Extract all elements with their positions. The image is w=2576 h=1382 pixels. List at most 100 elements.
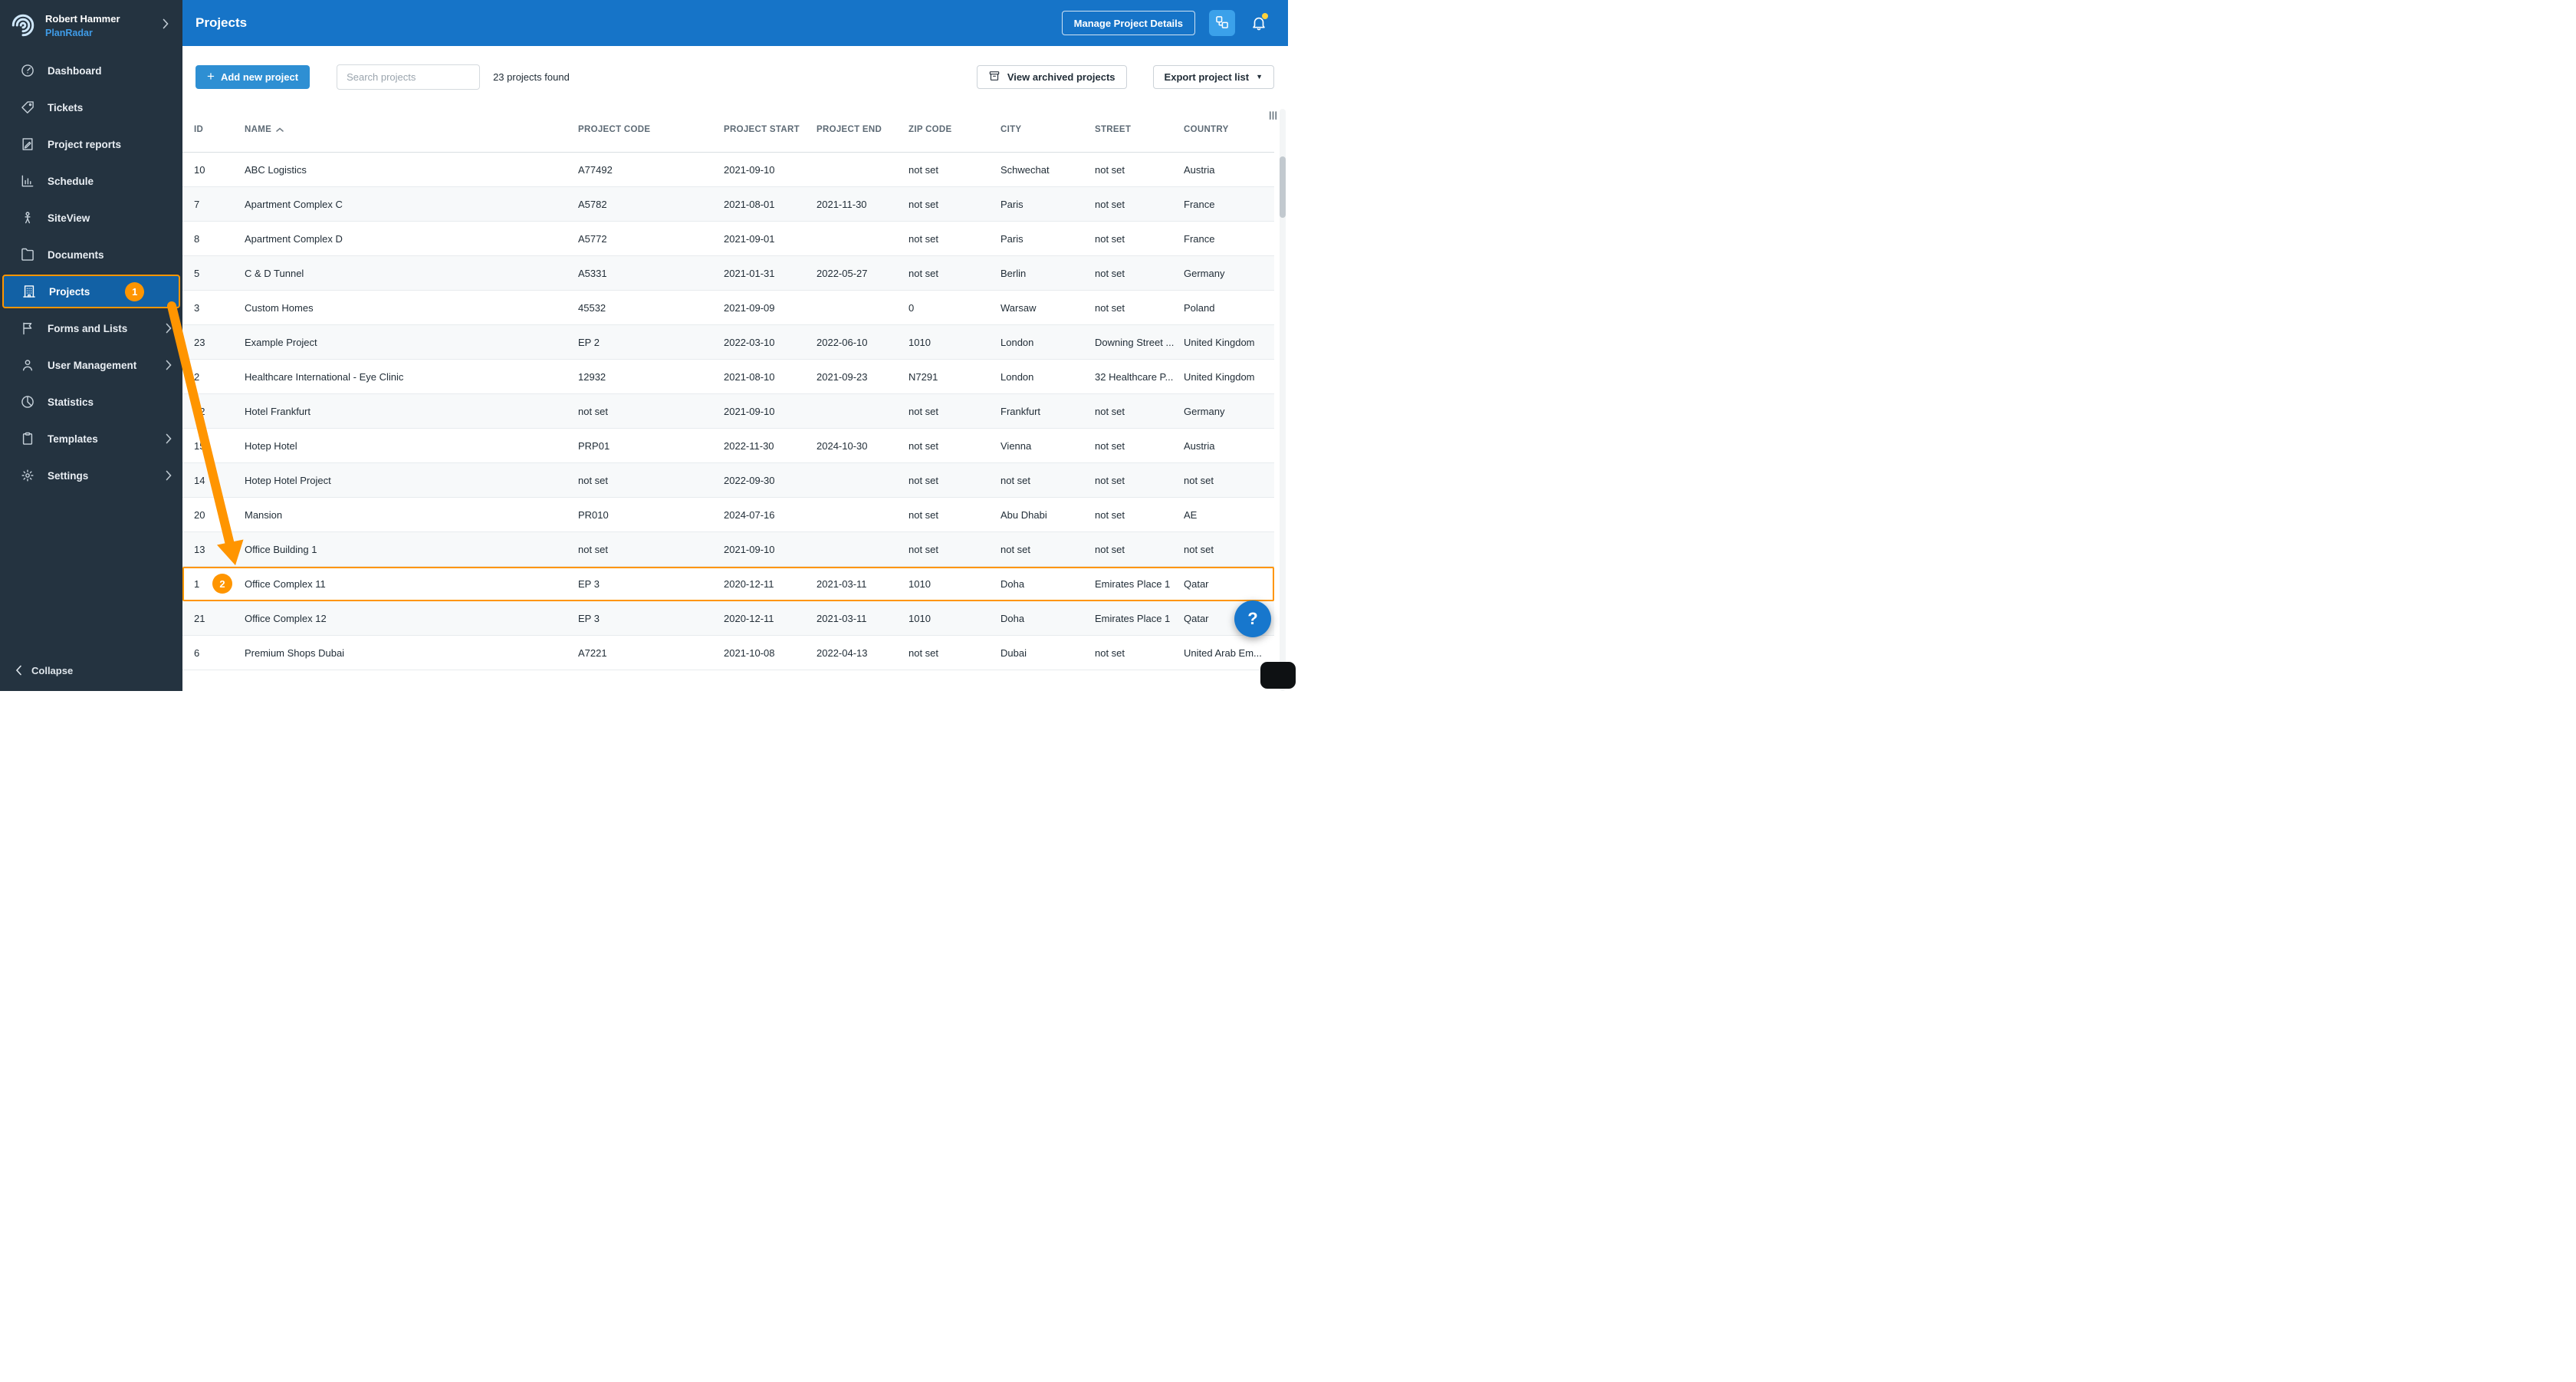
- cell-project-start: 2021-01-31: [724, 267, 775, 279]
- sidebar-item-documents[interactable]: Documents: [0, 236, 182, 273]
- cell-country: United Arab Em...: [1184, 647, 1262, 659]
- table-row[interactable]: 6 Premium Shops Dubai A7221 2021-10-08 2022-…: [182, 636, 1274, 670]
- sidebar-item-label: Projects: [49, 285, 90, 298]
- help-button[interactable]: ?: [1234, 601, 1271, 637]
- sidebar-item-label: Schedule: [48, 175, 94, 187]
- cell-zip-code: 0: [909, 301, 915, 314]
- column-header-label: STREET: [1095, 125, 1132, 134]
- cell-project-code: PR010: [578, 508, 609, 521]
- cell-city: not set: [1001, 474, 1031, 486]
- column-header-country[interactable]: COUNTRY: [1184, 125, 1274, 134]
- table-row[interactable]: 2 Healthcare International - Eye Clinic 12…: [182, 360, 1274, 394]
- sidebar-item-siteview[interactable]: SiteView: [0, 199, 182, 236]
- table-row[interactable]: 8 Apartment Complex D A5772 2021-09-01 not s…: [182, 222, 1274, 256]
- cell-id: 6: [194, 647, 200, 659]
- column-header-project-start[interactable]: PROJECT START: [724, 125, 816, 134]
- cell-name: Custom Homes: [245, 301, 314, 314]
- view-archived-projects-button[interactable]: View archived projects: [976, 64, 1127, 89]
- sidebar-item-project-reports[interactable]: Project reports: [0, 126, 182, 163]
- toolbar: + Add new project 23 projects found View…: [182, 46, 1288, 107]
- cell-project-code: 45532: [578, 301, 606, 314]
- forms-icon: [20, 321, 35, 336]
- table-row[interactable]: 14 Hotep Hotel Project not set 2022-09-30 no…: [182, 463, 1274, 498]
- sidebar-item-templates[interactable]: Templates: [0, 420, 182, 457]
- sidebar-item-settings[interactable]: Settings: [0, 457, 182, 494]
- chevron-right-icon: [166, 360, 172, 370]
- cell-country: not set: [1184, 543, 1214, 555]
- cell-city: London: [1001, 370, 1034, 383]
- cell-project-code: A5772: [578, 232, 607, 245]
- page-header: Projects Manage Project Details: [182, 0, 1288, 46]
- manage-project-details-button[interactable]: Manage Project Details: [1061, 11, 1195, 35]
- cell-name: Example Project: [245, 336, 317, 348]
- cell-project-start: 2021-09-10: [724, 543, 775, 555]
- sidebar-item-forms-and-lists[interactable]: Forms and Lists: [0, 310, 182, 347]
- cell-country: Germany: [1184, 267, 1225, 279]
- table-row[interactable]: 20 Mansion PR010 2024-07-16 not set Abu Dhabi…: [182, 498, 1274, 532]
- annotation-step-2: 2: [212, 574, 232, 594]
- table-row[interactable]: 7 Apartment Complex C A5782 2021-08-01 2021-…: [182, 187, 1274, 222]
- cell-zip-code: not set: [909, 439, 939, 452]
- cell-project-code: A77492: [578, 163, 613, 176]
- column-header-zip-code[interactable]: ZIP CODE: [909, 125, 1001, 134]
- table-row[interactable]: 21 Office Complex 12 EP 3 2020-12-11 2021-03…: [182, 601, 1274, 636]
- cell-name: Apartment Complex D: [245, 232, 343, 245]
- table-row[interactable]: 3 Custom Homes 45532 2021-09-09 0 Warsaw not s…: [182, 291, 1274, 325]
- sidebar-item-projects[interactable]: Projects 1: [2, 275, 180, 308]
- chevron-right-icon: [166, 433, 172, 444]
- column-header-project-code[interactable]: PROJECT CODE: [578, 125, 724, 134]
- cell-project-start: 2021-09-09: [724, 301, 775, 314]
- table-row[interactable]: 12 Hotel Frankfurt not set 2021-09-10 not se…: [182, 394, 1274, 429]
- column-header-id[interactable]: ID: [194, 125, 245, 134]
- column-header-city[interactable]: CITY: [1001, 125, 1095, 134]
- sidebar-item-schedule[interactable]: Schedule: [0, 163, 182, 199]
- cell-name: Office Building 1: [245, 543, 317, 555]
- sidebar-item-label: Settings: [48, 469, 89, 482]
- table-row[interactable]: 15 Hotep Hotel PRP01 2022-11-30 2024-10-30 no…: [182, 429, 1274, 463]
- cell-project-code: EP 3: [578, 612, 600, 624]
- statistics-icon: [20, 394, 35, 410]
- notifications-button[interactable]: [1249, 13, 1269, 33]
- column-header-street[interactable]: STREET: [1095, 125, 1184, 134]
- collapse-sidebar-button[interactable]: Collapse: [0, 650, 182, 691]
- cell-id: 10: [194, 163, 205, 176]
- notification-dot: [1262, 13, 1268, 19]
- cell-city: Schwechat: [1001, 163, 1050, 176]
- sidebar-item-tickets[interactable]: Tickets: [0, 89, 182, 126]
- sidebar-item-user-management[interactable]: User Management: [0, 347, 182, 383]
- sidebar-item-dashboard[interactable]: Dashboard: [0, 52, 182, 89]
- users-icon: [20, 357, 35, 373]
- column-header-name[interactable]: NAME: [245, 125, 578, 134]
- vertical-scrollbar-thumb[interactable]: [1280, 156, 1286, 218]
- column-settings-icon[interactable]: [1267, 110, 1279, 125]
- cell-name: Office Complex 12: [245, 612, 327, 624]
- table-row[interactable]: 13 Office Building 1 not set 2021-09-10 not …: [182, 532, 1274, 567]
- cell-street: not set: [1095, 198, 1125, 210]
- cell-city: Frankfurt: [1001, 405, 1041, 417]
- cell-id: 5: [194, 267, 200, 279]
- sidebar-item-label: Tickets: [48, 101, 84, 114]
- cell-street: not set: [1095, 163, 1125, 176]
- table-row[interactable]: 5 C & D Tunnel A5331 2021-01-31 2022-05-27 no…: [182, 256, 1274, 291]
- table-row[interactable]: 10 ABC Logistics A77492 2021-09-10 not set Sc…: [182, 153, 1274, 187]
- cell-zip-code: not set: [909, 163, 939, 176]
- marketplace-button[interactable]: [1209, 10, 1235, 36]
- table-row[interactable]: 1 Office Complex 11 EP 3 2020-12-11 2021-03-…: [182, 567, 1274, 601]
- user-account-menu[interactable]: Robert Hammer PlanRadar: [0, 0, 182, 51]
- export-project-list-button[interactable]: Export project list ▼: [1152, 64, 1274, 89]
- sidebar-item-label: SiteView: [48, 212, 90, 224]
- table-row[interactable]: 23 Example Project EP 2 2022-03-10 2022-06-1…: [182, 325, 1274, 360]
- sidebar-item-statistics[interactable]: Statistics: [0, 383, 182, 420]
- add-new-project-button[interactable]: + Add new project: [196, 64, 310, 89]
- cell-id: 8: [194, 232, 200, 245]
- cell-project-start: 2024-07-16: [724, 508, 775, 521]
- corner-widget[interactable]: [1260, 662, 1296, 689]
- sidebar-item-label: Forms and Lists: [48, 322, 128, 334]
- cell-country: Poland: [1184, 301, 1215, 314]
- cell-name: Premium Shops Dubai: [245, 647, 345, 659]
- chevron-down-icon: ▼: [1256, 73, 1263, 81]
- column-header-project-end[interactable]: PROJECT END: [816, 125, 909, 134]
- search-projects-input[interactable]: [337, 64, 481, 90]
- add-new-project-label: Add new project: [220, 71, 299, 83]
- cell-project-start: 2020-12-11: [724, 577, 774, 590]
